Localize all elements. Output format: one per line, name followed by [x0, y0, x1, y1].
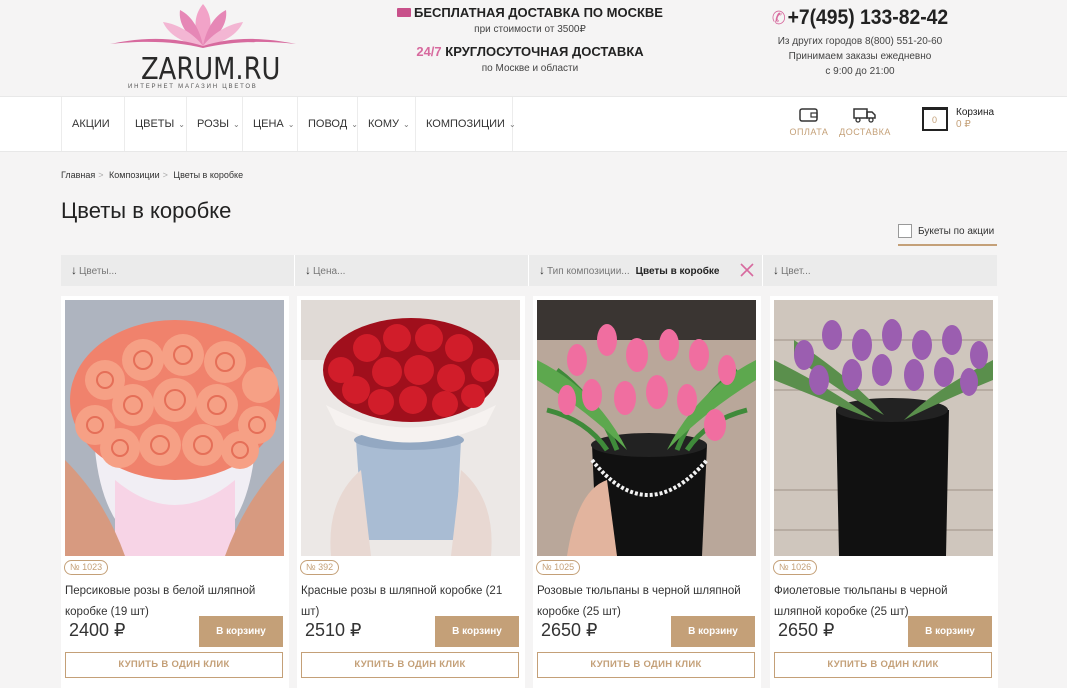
page-title: Цветы в коробке	[61, 198, 232, 223]
free-delivery-sub: при стоимости от 3500₽	[474, 24, 586, 35]
filter-active-value: Цветы в коробке	[635, 266, 720, 277]
product-photo[interactable]	[537, 300, 756, 556]
delivery-info: БЕСПЛАТНАЯ ДОСТАВКА ПО МОСКВЕ при стоимо…	[380, 5, 680, 74]
breadcrumb: Главная > Композиции > Цветы в коробке	[61, 170, 244, 180]
sort-arrow-icon: ↓	[305, 263, 311, 277]
phone-number[interactable]: ✆+7(495) 133-82-42	[768, 6, 952, 30]
truck-icon	[853, 108, 876, 123]
add-to-cart-button[interactable]: В корзину	[908, 616, 992, 647]
allday-delivery-sub: по Москве и области	[481, 63, 579, 74]
promo-filter-label: Букеты по акции	[918, 226, 995, 237]
pink-tulips-image	[537, 300, 756, 556]
add-to-cart-button[interactable]: В корзину	[199, 616, 283, 647]
chevron-down-icon: ⌄	[508, 120, 516, 129]
breadcrumb-current: Цветы в коробке	[173, 170, 244, 180]
logo-text: ZARUM.RU	[141, 52, 281, 87]
buy-one-click-button[interactable]: КУПИТЬ В ОДИН КЛИК	[774, 652, 992, 678]
nav-item-price[interactable]: ЦЕНА ⌄	[242, 97, 297, 151]
filter-color[interactable]: ↓ Цвет...	[763, 255, 997, 286]
payment-button[interactable]: ОПЛАТА	[789, 107, 829, 137]
product-photo[interactable]	[65, 300, 284, 556]
wallet-icon	[799, 108, 818, 122]
product-price: 2510 ₽	[305, 620, 362, 640]
nav-item-sales[interactable]: АКЦИИ	[61, 97, 119, 151]
delivery-button[interactable]: ДОСТАВКА	[838, 107, 892, 137]
nav-item-recipient[interactable]: КОМУ ⌄	[357, 97, 415, 151]
product-price: 2650 ₽	[541, 620, 598, 640]
filter-flowers[interactable]: ↓ Цветы...	[61, 255, 295, 286]
buy-one-click-button[interactable]: КУПИТЬ В ОДИН КЛИК	[301, 652, 519, 678]
peach-roses-image	[65, 300, 284, 556]
cart-count: 0	[932, 115, 938, 125]
product-price: 2650 ₽	[778, 620, 835, 640]
free-delivery-title: БЕСПЛАТНАЯ ДОСТАВКА ПО МОСКВЕ	[380, 5, 680, 20]
logo-subtitle: ИНТЕРНЕТ МАГАЗИН ЦВЕТОВ	[128, 84, 258, 90]
sort-arrow-icon: ↓	[539, 263, 545, 277]
breadcrumb-home[interactable]: Главная	[61, 170, 95, 180]
add-to-cart-button[interactable]: В корзину	[435, 616, 519, 647]
buy-one-click-button[interactable]: КУПИТЬ В ОДИН КЛИК	[65, 652, 283, 678]
chevron-down-icon: ⌄	[287, 120, 295, 129]
allday-delivery-title: 24/7 КРУГЛОСУТОЧНАЯ ДОСТАВКА	[416, 44, 644, 59]
product-number-badge: № 1026	[773, 560, 818, 575]
logo[interactable]: ZARUM.RU ИНТЕРНЕТ МАГАЗИН ЦВЕТОВ	[108, 2, 298, 94]
product-card[interactable]: № 1025 Розовые тюльпаны в черной шляпной…	[533, 296, 761, 688]
filter-composition-type[interactable]: ↓ Тип композиции... Цветы в коробке	[529, 255, 763, 286]
product-number-badge: № 1025	[536, 560, 581, 575]
chevron-down-icon: ⌄	[178, 120, 185, 129]
hours-line2: с 9:00 до 21:00	[825, 66, 895, 77]
product-price: 2400 ₽	[69, 620, 126, 640]
cart-icon: 0	[922, 107, 948, 131]
breadcrumb-compositions[interactable]: Композиции	[109, 170, 160, 180]
product-card[interactable]: № 1023 Персиковые розы в белой шляпной к…	[61, 296, 289, 688]
buy-one-click-button[interactable]: КУПИТЬ В ОДИН КЛИК	[537, 652, 755, 678]
hours-line1: Принимаем заказы ежедневно	[788, 51, 932, 62]
truck-icon	[397, 8, 412, 17]
phone-icon: ✆	[771, 8, 786, 28]
nav-item-occasion[interactable]: ПОВОД ⌄	[297, 97, 358, 151]
filter-price[interactable]: ↓ Цена...	[295, 255, 529, 286]
phone-other-cities: Из других городов 8(800) 551-20-60	[777, 36, 943, 47]
cart-sum: 0 ₽	[956, 119, 971, 130]
main-nav: АКЦИИ ЦВЕТЫ ⌄ РОЗЫ ⌄ ЦЕНА ⌄ ПОВОД ⌄ КОМУ ⌄ КО…	[0, 96, 1067, 152]
nav-item-roses[interactable]: РОЗЫ ⌄	[186, 97, 242, 151]
close-icon[interactable]	[740, 263, 754, 277]
red-roses-image	[301, 300, 520, 556]
product-card[interactable]: № 392 Красные розы в шляпной коробке (21…	[297, 296, 525, 688]
product-photo[interactable]	[774, 300, 993, 556]
chevron-down-icon: ⌄	[233, 120, 240, 129]
promo-checkbox[interactable]	[898, 224, 912, 238]
chevron-down-icon: ⌄	[403, 120, 410, 129]
cart-label: Корзина	[956, 107, 995, 118]
product-card[interactable]: № 1026 Фиолетовые тюльпаны в черной шляп…	[770, 296, 998, 688]
product-number-badge: № 1023	[64, 560, 109, 575]
product-number-badge: № 392	[300, 560, 340, 575]
product-photo[interactable]	[301, 300, 520, 556]
filter-bar: ↓ Цветы... ↓ Цена... ↓ Тип композиции... Цве…	[61, 255, 997, 286]
nav-item-flowers[interactable]: ЦВЕТЫ ⌄	[124, 97, 186, 151]
add-to-cart-button[interactable]: В корзину	[671, 616, 755, 647]
purple-tulips-image	[774, 300, 993, 556]
contact-block: ✆+7(495) 133-82-42 Из других городов 8(8…	[760, 6, 960, 79]
nav-item-compositions[interactable]: КОМПОЗИЦИИ ⌄	[415, 97, 516, 151]
header: ZARUM.RU ИНТЕРНЕТ МАГАЗИН ЦВЕТОВ БЕСПЛАТ…	[0, 0, 1067, 96]
sort-arrow-icon: ↓	[71, 263, 77, 277]
sort-arrow-icon: ↓	[773, 263, 779, 277]
lotus-logo-icon	[110, 4, 296, 48]
promo-filter-toggle[interactable]: Букеты по акции	[898, 224, 997, 246]
